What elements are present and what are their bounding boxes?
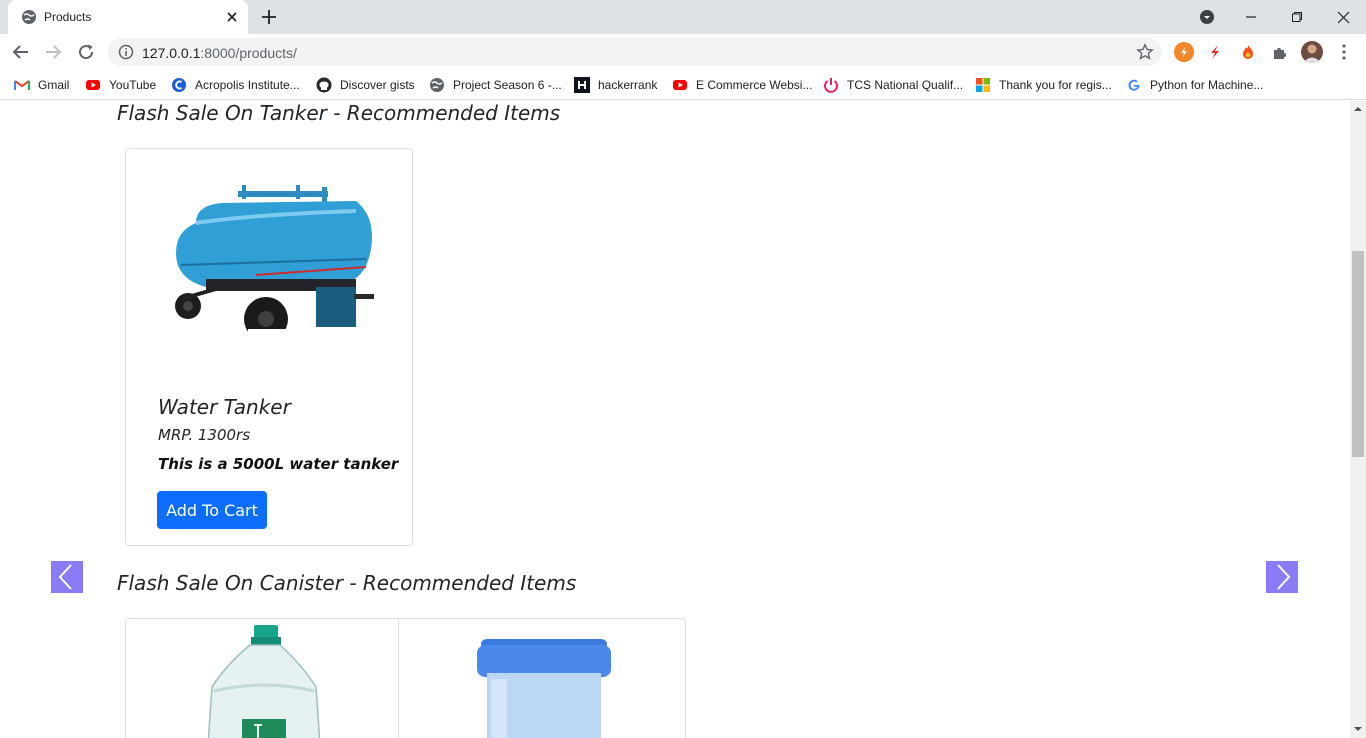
section-title-tanker: Flash Sale On Tanker - Recommended Items: [117, 101, 561, 125]
bookmark-label: Gmail: [38, 78, 70, 92]
microsoft-icon: [976, 78, 990, 92]
carousel-next-button[interactable]: [1266, 561, 1298, 593]
gmail-icon: [14, 80, 30, 90]
plastic-canister-image: [477, 639, 611, 738]
bookmark-item[interactable]: E Commerce Websi...: [672, 77, 812, 93]
tcs-icon: [824, 78, 838, 93]
scrollbar-thumb[interactable]: [1352, 251, 1364, 457]
water-tanker-image: [175, 185, 374, 347]
browser-toolbar: 127.0.0.1:8000/products/: [0, 34, 1366, 70]
minimize-icon[interactable]: [1240, 6, 1262, 28]
profile-avatar[interactable]: [1301, 41, 1323, 63]
close-tab-icon[interactable]: [224, 9, 240, 25]
extension-lightning-icon[interactable]: [1205, 42, 1225, 62]
extension-bolt-icon[interactable]: [1174, 42, 1194, 62]
product-price: MRP. 1300rs: [158, 426, 251, 444]
scroll-down-arrow-icon[interactable]: [1354, 725, 1362, 733]
bookmark-item[interactable]: Project Season 6 -...: [429, 77, 562, 93]
reload-icon[interactable]: [77, 43, 95, 61]
bookmark-item[interactable]: Discover gists: [316, 77, 415, 93]
url-path: :8000/products/: [200, 45, 297, 61]
tab-strip: Products: [0, 0, 1366, 34]
bookmark-item[interactable]: YouTube: [85, 77, 156, 93]
site-info-icon[interactable]: [118, 44, 134, 60]
bookmark-item[interactable]: Gmail: [14, 77, 69, 93]
address-bar[interactable]: 127.0.0.1:8000/products/: [108, 38, 1162, 66]
bookmark-label: E Commerce Websi...: [696, 78, 813, 92]
bookmark-item[interactable]: TCS National Qualif...: [823, 77, 963, 93]
youtube-icon: [86, 80, 100, 90]
product-name: Water Tanker: [158, 395, 291, 419]
bookmark-star-icon[interactable]: [1136, 43, 1154, 61]
bookmark-label: hackerrank: [598, 78, 658, 92]
globe-icon: [430, 78, 444, 92]
globe-icon: [22, 10, 36, 24]
chevron-left-icon: [58, 564, 72, 590]
acropolis-icon: [172, 78, 186, 92]
back-arrow-icon[interactable]: [12, 43, 30, 61]
bookmark-item[interactable]: hackerrank: [574, 77, 657, 93]
bookmark-label: Project Season 6 -...: [453, 78, 562, 92]
hackerrank-icon: [574, 77, 590, 93]
add-to-cart-button[interactable]: Add To Cart: [157, 491, 267, 529]
google-icon: [1128, 79, 1140, 91]
tab-title: Products: [44, 10, 92, 24]
url-host: 127.0.0.1: [142, 45, 201, 61]
tab-search-icon[interactable]: [1196, 6, 1218, 28]
restore-icon[interactable]: [1286, 6, 1308, 28]
url-text: 127.0.0.1:8000/products/: [142, 45, 297, 61]
bookmark-label: TCS National Qualif...: [847, 78, 964, 92]
product-card: [398, 618, 686, 738]
bookmark-label: YouTube: [109, 78, 157, 92]
menu-kebab-icon[interactable]: [1336, 43, 1352, 61]
product-description: This is a 5000L water tanker: [158, 455, 399, 473]
browser-tab[interactable]: Products: [8, 0, 248, 34]
bookmark-item[interactable]: Python for Machine...: [1126, 77, 1263, 93]
bookmark-label: Discover gists: [340, 78, 415, 92]
scroll-up-arrow-icon[interactable]: [1354, 105, 1362, 113]
new-tab-icon[interactable]: [260, 8, 278, 26]
github-icon: [316, 77, 332, 93]
bookmark-item[interactable]: Thank you for regis...: [975, 77, 1112, 93]
chevron-right-icon: [1277, 564, 1291, 590]
extension-flame-icon[interactable]: [1238, 42, 1258, 62]
section-title-canister: Flash Sale On Canister - Recommended Ite…: [117, 571, 577, 595]
bookmark-label: Thank you for regis...: [999, 78, 1112, 92]
product-card: [125, 618, 399, 738]
extensions-puzzle-icon[interactable]: [1270, 42, 1290, 62]
bookmark-label: Python for Machine...: [1150, 78, 1264, 92]
bookmarks-bar: Gmail YouTube Acropolis Institute... Dis…: [0, 70, 1366, 100]
carousel-prev-button[interactable]: [51, 561, 83, 593]
page-scrollbar[interactable]: [1350, 101, 1366, 738]
bookmark-label: Acropolis Institute...: [195, 78, 300, 92]
water-canister-image: [207, 625, 321, 738]
page-viewport: Flash Sale On Tanker - Recommended Items…: [0, 101, 1350, 738]
close-window-icon[interactable]: [1332, 6, 1354, 28]
product-card: Water Tanker MRP. 1300rs This is a 5000L…: [125, 148, 413, 546]
youtube-icon: [673, 80, 687, 90]
bookmark-item[interactable]: Acropolis Institute...: [171, 77, 300, 93]
forward-arrow-icon[interactable]: [44, 43, 62, 61]
